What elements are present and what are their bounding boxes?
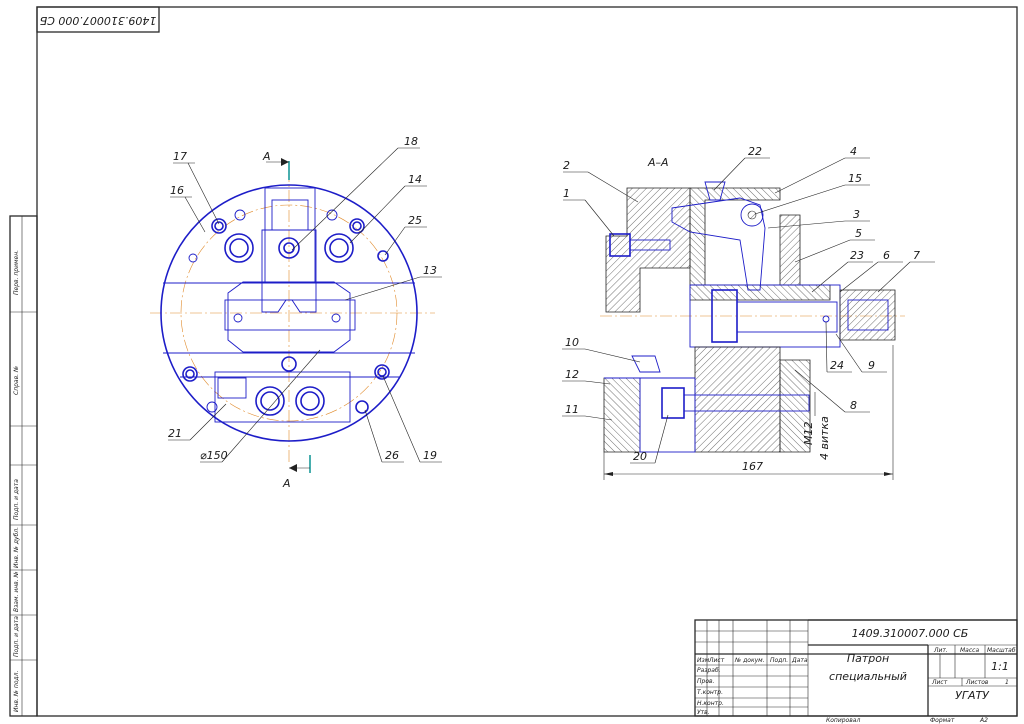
tb-utv: Утв.: [697, 709, 710, 716]
callout-4: 4: [850, 145, 857, 158]
callout-24: 24: [830, 359, 844, 372]
tb-tkontr: Т.контр.: [697, 689, 723, 696]
callout-19: 19: [423, 449, 437, 462]
tb-scale-value: 1:1: [991, 660, 1009, 673]
title-block: 1409.310007.000 СБ Патрон специальный Из…: [694, 619, 1018, 724]
callout-21: 21: [168, 427, 182, 440]
tb-scale: Масштаб: [987, 647, 1016, 654]
strip-sprav: Справ. №: [13, 366, 20, 395]
strip-perv: Перв. примен.: [13, 250, 20, 295]
tb-nkontr: Н.контр.: [697, 700, 724, 707]
diameter-label: ⌀150: [200, 449, 228, 462]
tb-lit: Лит.: [933, 647, 948, 654]
callout-8: 8: [850, 399, 857, 412]
dim-thread: M12: [802, 422, 815, 446]
tb-name-1: Патрон: [847, 652, 889, 665]
strip-podp1: Подп. и дата: [13, 479, 20, 520]
view-label-a-bottom: А: [282, 477, 291, 490]
callout-6: 6: [883, 249, 890, 262]
callout-9: 9: [868, 359, 875, 372]
callout-17: 17: [173, 150, 187, 163]
callout-16: 16: [170, 184, 184, 197]
front-view: А А 17 16 18 14 25 13 21 26 19 ⌀150: [150, 135, 442, 490]
tb-org: УГАТУ: [955, 689, 990, 702]
callout-2: 2: [563, 159, 570, 172]
callout-5: 5: [855, 227, 862, 240]
tb-name-2: специальный: [829, 670, 907, 683]
callout-1: 1: [563, 187, 570, 200]
tb-hdr-list: Лист: [708, 657, 725, 664]
tb-hdr-doc: № докум.: [734, 657, 765, 664]
drawing-sheet: Перв. примен. Справ. № Подп. и дата Инв.…: [9, 6, 1018, 724]
section-view: А–А 1 67 M12 4 витка 22 4 2 15 1 3 5 23 6…: [562, 145, 935, 480]
view-label-a-top: А: [262, 150, 271, 163]
callout-15: 15: [848, 172, 862, 185]
dim-length: 167: [742, 460, 763, 473]
tb-designation: 1409.310007.000 СБ: [852, 627, 969, 640]
side-strip: Перв. примен. Справ. № Подп. и дата Инв.…: [9, 215, 38, 717]
callout-26: 26: [385, 449, 399, 462]
callout-10: 10: [565, 336, 579, 349]
tb-sheets: Листов: [965, 679, 989, 686]
callout-14: 14: [408, 173, 422, 186]
dim-thread-note: 4 витка: [818, 416, 831, 460]
callout-23: 23: [850, 249, 864, 262]
strip-dubl: Инв. № дубл.: [13, 527, 20, 568]
callout-7: 7: [913, 249, 920, 262]
callout-20: 20: [633, 450, 647, 463]
tb-hdr-sign: Подп.: [770, 657, 788, 664]
tb-razrab: Разраб.: [697, 667, 721, 674]
tb-prov: Пров.: [697, 678, 715, 685]
tb-hdr-date: Дата: [791, 657, 808, 664]
tb-format-value: А2: [979, 717, 988, 724]
callout-22: 22: [748, 145, 762, 158]
strip-podp2: Подп. и дата: [13, 616, 20, 657]
top-code-box: 1409.310007.000 СБ: [36, 6, 160, 33]
callout-12: 12: [565, 368, 579, 381]
section-title: А–А: [647, 156, 669, 169]
tb-copied: Копировал: [826, 717, 860, 724]
strip-vzam: Взам. инв. №: [13, 571, 20, 612]
tb-sheets-value: 1: [1005, 679, 1009, 686]
callout-3: 3: [853, 208, 860, 221]
callout-25: 25: [408, 214, 422, 227]
tb-hdr-izm: Изм: [697, 657, 710, 664]
callout-18: 18: [404, 135, 418, 148]
tb-sheet: Лист: [931, 679, 948, 686]
strip-podl: Инв. № подл.: [13, 671, 20, 712]
top-code: 1409.310007.000 СБ: [40, 14, 157, 27]
callout-13: 13: [423, 264, 437, 277]
tb-format: Формат: [930, 717, 955, 724]
tb-mass: Масса: [960, 647, 979, 654]
callout-11: 11: [565, 403, 579, 416]
